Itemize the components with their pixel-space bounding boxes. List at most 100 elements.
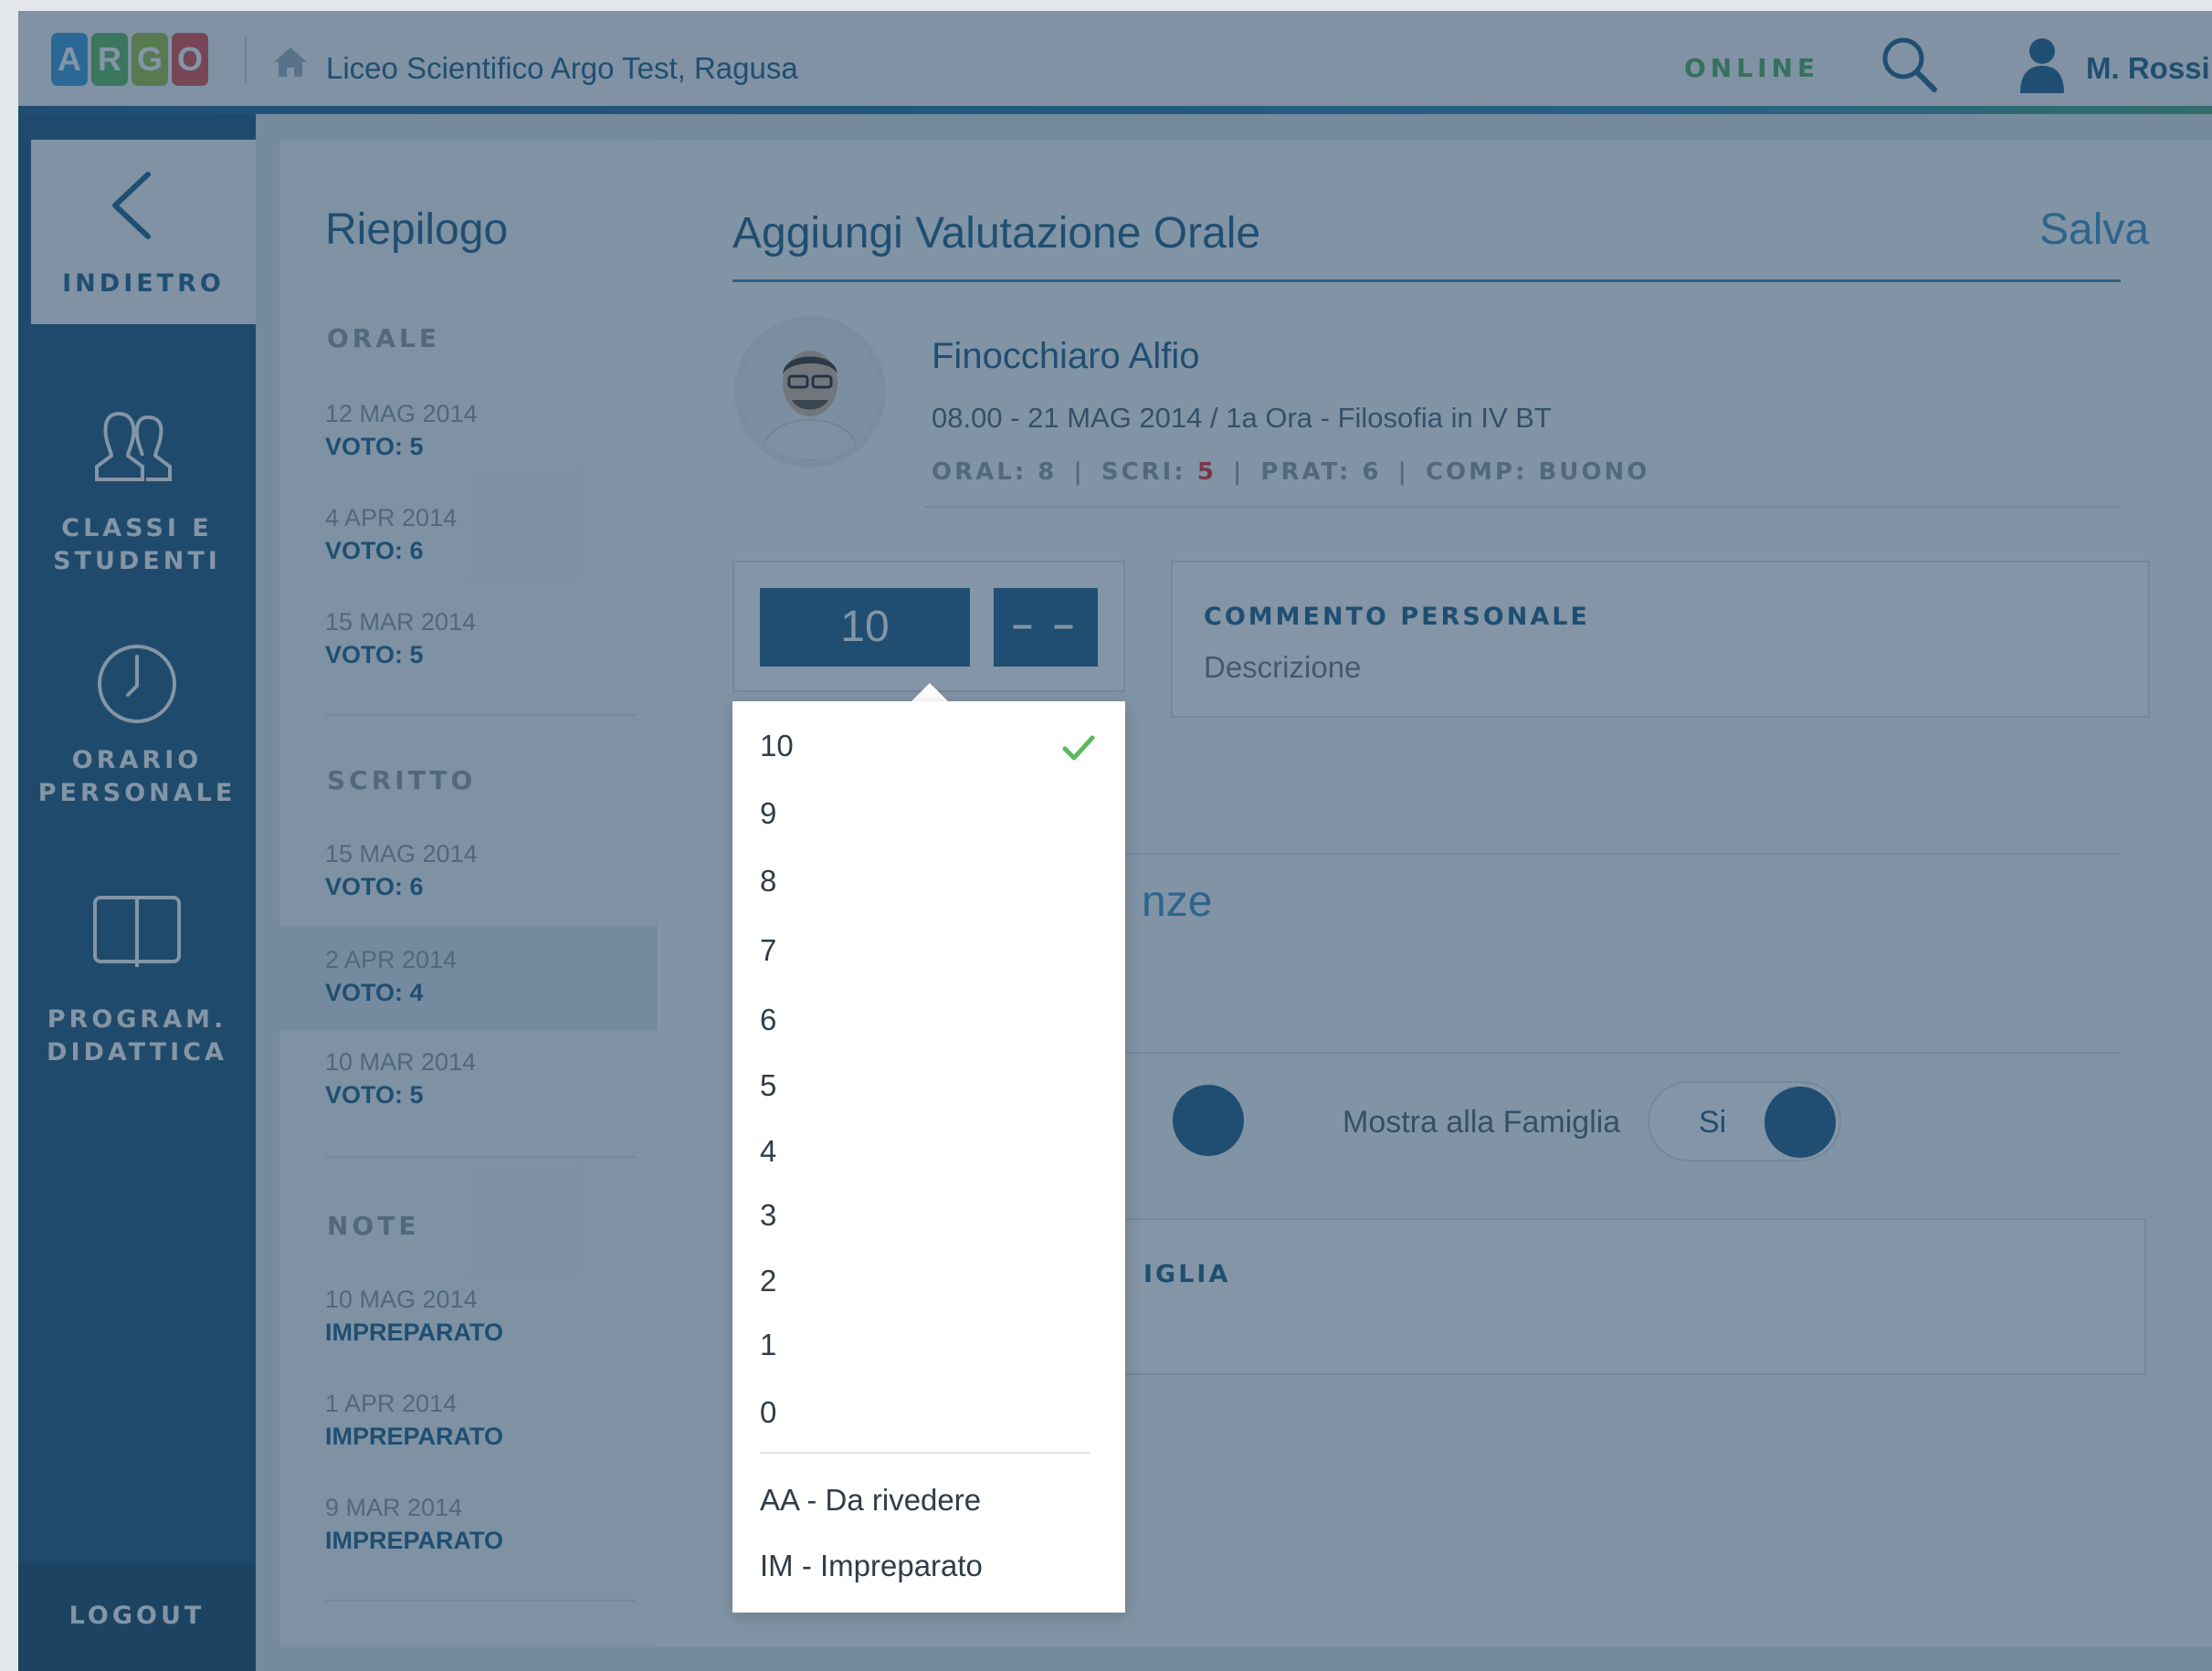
entry-date: 9 MAR 2014 [325, 1494, 463, 1521]
page-title: Aggiungi Valutazione Orale [732, 209, 1261, 257]
grade-dropdown: 10 9 8 7 6 5 4 3 2 1 0 AA - Da rivedere … [732, 701, 1125, 1613]
entry-value: VOTO: 6 [325, 873, 424, 900]
option-label: 2 [760, 1264, 777, 1298]
argo-logo[interactable]: A R G O [51, 33, 208, 86]
save-button[interactable]: Salva [2039, 205, 2149, 255]
summary-section-heading: NOTE [327, 1211, 420, 1241]
summary-entry-selected[interactable]: 2 APR 2014 VOTO: 4 [279, 926, 658, 1030]
logo-letter: A [51, 33, 88, 86]
dropdown-option[interactable]: 1 [760, 1328, 1107, 1362]
nav-label-line1: PROGRAM. [47, 1005, 227, 1034]
sidebar-item-classi-studenti[interactable]: CLASSI E STUDENTI [18, 408, 256, 627]
dropdown-option[interactable]: IM - Impreparato [760, 1549, 1107, 1583]
student-name: Finocchiaro Alfio [932, 336, 1200, 376]
entry-value: IMPREPARATO [325, 1527, 504, 1554]
nav-label-line2: STUDENTI [53, 547, 221, 575]
family-comment-label: IGLIA [1143, 1260, 1231, 1288]
show-to-family-toggle[interactable]: Si [1648, 1081, 1841, 1161]
option-label: IM - Impreparato [760, 1549, 983, 1582]
option-label: 1 [760, 1328, 777, 1361]
dropdown-option[interactable]: 9 [760, 796, 1107, 831]
logo-letter: O [172, 33, 208, 86]
written-grade-value: 5 [1196, 458, 1217, 486]
nav-label-line1: ORARIO [71, 746, 203, 774]
students-icon [95, 411, 172, 481]
logout-button[interactable]: LOGOUT [18, 1561, 256, 1671]
entry-date: 15 MAR 2014 [325, 608, 477, 636]
divider [325, 1600, 636, 1602]
entry-value: VOTO: 5 [325, 1081, 424, 1109]
divider [760, 1452, 1090, 1454]
online-status: ONLINE [1684, 53, 1820, 83]
logo-letter: R [91, 33, 128, 86]
divider [924, 506, 2121, 508]
dropdown-option[interactable]: 8 [760, 864, 1107, 899]
sidebar-item-orario[interactable]: ORARIO PERSONALE [18, 642, 256, 861]
school-name: Liceo Scientifico Argo Test, Ragusa [326, 51, 798, 85]
toggle-switch[interactable] [1173, 1085, 1244, 1156]
comment-label: COMMENTO PERSONALE [1204, 603, 1590, 631]
avatar [734, 316, 886, 468]
back-label: INDIETRO [62, 269, 225, 298]
dropdown-option[interactable]: 7 [760, 933, 1107, 968]
comment-input[interactable] [1204, 650, 2026, 685]
option-label: 5 [760, 1068, 777, 1102]
dropdown-option[interactable]: 0 [760, 1395, 1107, 1430]
summary-entry[interactable]: 10 MAG 2014 IMPREPARATO [279, 1273, 658, 1368]
divider [325, 1156, 636, 1158]
option-label: 6 [760, 1003, 777, 1036]
section-heading: nze [1142, 878, 1213, 926]
summary-entry[interactable]: 9 MAR 2014 IMPREPARATO [279, 1481, 658, 1576]
toggle-label: Si [1699, 1105, 1727, 1140]
divider [1105, 853, 2121, 855]
separator: | [1397, 458, 1409, 486]
sidebar: INDIETRO CLASSI E STUDENTI ORARIO PERSON… [18, 114, 256, 1671]
grade-summary: ORAL: 8 | SCRI: 5 | PRAT: 6 | COMP: BUONO [932, 458, 1649, 486]
dropdown-option[interactable]: 5 [760, 1068, 1107, 1103]
grade-button[interactable]: 10 [760, 588, 970, 667]
summary-entry[interactable]: 4 APR 2014 VOTO: 6 [279, 491, 658, 586]
family-comment-box[interactable]: IGLIA [1105, 1218, 2146, 1375]
nav-label-line2: PERSONALE [37, 779, 237, 807]
dropdown-option[interactable]: 4 [760, 1134, 1107, 1169]
option-label: 7 [760, 933, 777, 967]
lesson-info: 08.00 - 21 MAG 2014 / 1a Ora - Filosofia… [932, 402, 1552, 434]
chevron-left-icon [112, 172, 151, 239]
sidebar-item-programmazione[interactable]: PROGRAM. DIDATTICA [18, 892, 256, 1111]
home-icon[interactable] [272, 44, 309, 80]
back-button[interactable]: INDIETRO [31, 140, 256, 324]
logout-label: LOGOUT [68, 1602, 205, 1630]
student-photo [742, 323, 879, 460]
summary-panel: Riepilogo ORALE 12 MAG 2014 VOTO: 5 4 AP… [279, 141, 658, 1647]
option-label: 8 [760, 864, 777, 898]
dropdown-option[interactable]: 3 [760, 1198, 1107, 1233]
dropdown-option[interactable]: 10 [760, 729, 1107, 763]
summary-entry[interactable]: 15 MAG 2014 VOTO: 6 [279, 827, 658, 922]
dropdown-option[interactable]: 2 [760, 1264, 1107, 1298]
dropdown-option[interactable]: 6 [760, 1003, 1107, 1037]
search-icon[interactable] [1880, 35, 1938, 93]
dropdown-option[interactable]: AA - Da rivedere [760, 1483, 1107, 1518]
grade-modifier-button[interactable]: – – [994, 588, 1098, 667]
logo-letter: G [132, 33, 168, 86]
summary-entry[interactable]: 15 MAR 2014 VOTO: 5 [279, 595, 658, 690]
dropdown-arrow [911, 683, 948, 701]
summary-entry[interactable]: 12 MAG 2014 VOTO: 5 [279, 387, 658, 482]
entry-date: 2 APR 2014 [325, 946, 458, 973]
user-icon[interactable] [2015, 35, 2070, 93]
practical-grade: PRAT: 6 [1260, 458, 1382, 486]
personal-comment-box[interactable]: COMMENTO PERSONALE [1171, 561, 2150, 718]
summary-section-heading: ORALE [327, 323, 441, 353]
written-grade-label: SCRI: [1101, 458, 1197, 486]
user-name[interactable]: M. Rossi [2086, 51, 2210, 86]
book-icon [93, 896, 181, 967]
summary-entry[interactable]: 10 MAR 2014 VOTO: 5 [279, 1035, 658, 1130]
entry-date: 10 MAG 2014 [325, 1286, 478, 1313]
entry-date: 15 MAG 2014 [325, 840, 478, 867]
toggle-knob [1764, 1087, 1836, 1158]
check-icon [1062, 735, 1095, 761]
summary-entry[interactable]: 1 APR 2014 IMPREPARATO [279, 1377, 658, 1472]
option-label: 4 [760, 1134, 777, 1168]
entry-date: 4 APR 2014 [325, 504, 458, 531]
separator: | [1073, 458, 1085, 486]
